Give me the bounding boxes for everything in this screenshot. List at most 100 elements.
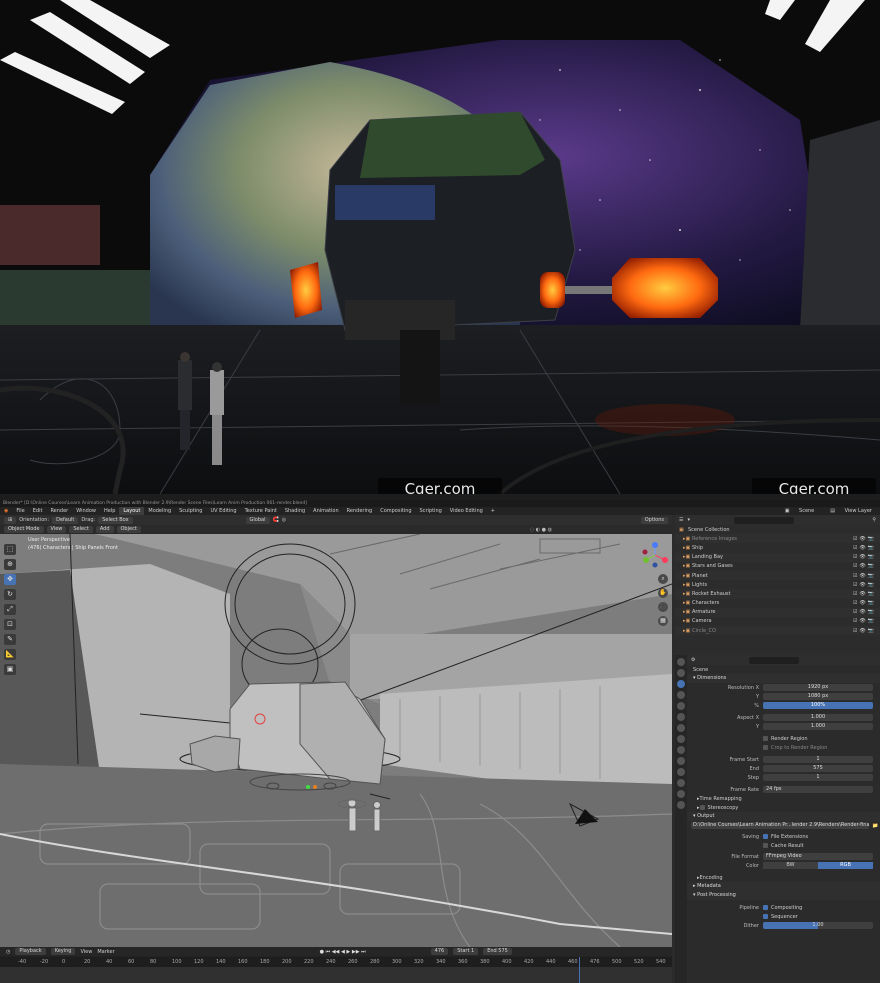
metadata-panel-header[interactable]: ▸ Metadata [687,882,880,891]
resolution-pct-slider[interactable]: 100% [763,702,873,709]
view-menu-timeline[interactable]: View [80,949,92,955]
workspace-tab-rendering[interactable]: Rendering [343,507,377,515]
cache-result-checkbox[interactable] [763,843,768,848]
add-cube-tool-icon[interactable]: ▣ [4,664,16,675]
view-layer-selector[interactable]: ▤ View Layer [822,507,880,515]
particles-tab-icon[interactable] [677,746,685,754]
playback-menu[interactable]: Playback [15,948,46,955]
scale-tool-icon[interactable]: ⤢ [4,604,16,615]
outliner-item[interactable]: ▸▣ Lights ☑👁📷 [675,580,880,589]
outliner-editor-icon[interactable]: ☰ [679,517,683,523]
workspace-tab-animation[interactable]: Animation [309,507,343,515]
camera-view-icon[interactable]: 🎥 [658,602,668,612]
proportional-edit-icon[interactable]: ◎ [282,517,286,523]
visibility-toggle-icon[interactable]: ☑👁📷 [853,554,876,560]
menu-edit[interactable]: Edit [29,507,47,515]
outliner-item[interactable]: ▸▣ Ship ☑👁📷 [675,543,880,552]
world-tab-icon[interactable] [677,713,685,721]
visibility-toggle-icon[interactable]: ☑👁📷 [853,609,876,615]
sequencer-checkbox[interactable] [763,914,768,919]
outliner-item[interactable]: ▸▣ Armature ☑👁📷 [675,607,880,617]
output-panel-header[interactable]: ▾ Output [687,812,880,821]
dither-slider[interactable]: 1.00 [763,922,873,929]
modifier-tab-icon[interactable] [677,735,685,743]
drag-dropdown[interactable]: Select Box [98,516,133,524]
menu-window[interactable]: Window [72,507,100,515]
output-tab-icon[interactable] [677,680,685,688]
workspace-tab-video-editing[interactable]: Video Editing [446,507,487,515]
stereoscopy-subpanel[interactable]: ▸ Stereoscopy [687,803,880,812]
workspace-tab-layout[interactable]: Layout [119,507,145,515]
playback-controls-icon[interactable]: ● ⏮ ◀◀ ◀ ▶ ▶▶ ⏭ [320,949,366,955]
compositing-checkbox[interactable] [763,905,768,910]
render-region-checkbox[interactable] [763,736,768,741]
file-extensions-checkbox[interactable] [763,834,768,839]
outliner-item[interactable]: ▸▣ Reference Images ☑👁📷 [675,534,880,544]
select-menu[interactable]: Select [69,526,93,533]
time-remapping-subpanel[interactable]: ▸ Time Remapping [687,794,880,803]
menu-render[interactable]: Render [46,507,72,515]
properties-editor-icon[interactable]: ⚙ [687,657,695,663]
workspace-tab-uv-editing[interactable]: UV Editing [206,507,240,515]
scene-collection-row[interactable]: ▣ Scene Collection [675,525,880,534]
workspace-tab-sculpting[interactable]: Sculpting [175,507,206,515]
orientation-dropdown[interactable]: Default [52,516,79,524]
file-format-dropdown[interactable]: FFmpeg Video [763,853,873,860]
visibility-toggle-icon[interactable]: ☑👁📷 [853,563,876,569]
properties-search-input[interactable] [749,656,800,664]
visibility-toggle-icon[interactable]: ☑👁📷 [853,600,876,606]
dimensions-panel-header[interactable]: ▾ Dimensions [687,674,880,683]
output-path-field[interactable]: D:\Online Courses\Learn Animation Pr...l… [691,822,869,829]
constraints-tab-icon[interactable] [677,768,685,776]
visibility-toggle-icon[interactable]: ☑👁📷 [853,618,876,624]
keying-menu[interactable]: Keying [50,948,76,955]
snap-icon[interactable]: 🧲 [273,517,279,523]
workspace-tab-compositing[interactable]: Compositing [376,507,415,515]
visibility-toggle-icon[interactable]: ☑👁📷 [853,536,876,542]
scene-selector[interactable]: ▣ Scene [777,507,823,515]
render-tab-icon[interactable] [677,669,685,677]
marker-menu[interactable]: Marker [97,949,114,955]
outliner-item[interactable]: ▸▣ Camera ☑👁📷 [675,617,880,626]
outliner-item[interactable]: ▸▣ Stars and Gases ☑👁📷 [675,562,880,571]
mode-dropdown[interactable]: Object Mode [4,526,44,533]
visibility-toggle-icon[interactable]: ☑👁📷 [853,582,876,588]
menu-help[interactable]: Help [100,507,119,515]
measure-tool-icon[interactable]: 📐 [4,649,16,660]
color-rgb-button[interactable]: RGB [818,862,873,869]
visibility-toggle-icon[interactable]: ☑👁📷 [853,573,876,579]
zoom-icon[interactable]: ⌕ [658,574,668,584]
visibility-toggle-icon[interactable]: ☑👁📷 [853,591,876,597]
tool-tab-icon[interactable] [677,658,685,666]
cursor-tool-icon[interactable]: ⊕ [4,559,16,570]
outliner-display-icon[interactable]: ▾ [687,517,690,523]
material-tab-icon[interactable] [677,790,685,798]
playhead[interactable] [579,957,580,983]
transform-tool-icon[interactable]: ⊡ [4,619,16,630]
end-frame-field[interactable]: End 575 [483,948,512,955]
resolution-y-field[interactable]: 1080 px [763,693,873,700]
shading-mode-icons[interactable]: ◌ ◐ ● ◍ [530,527,552,533]
frame-rate-dropdown[interactable]: 24 fps [763,786,873,793]
stereoscopy-checkbox[interactable] [699,805,705,810]
data-tab-icon[interactable] [677,779,685,787]
crop-checkbox[interactable] [763,745,768,750]
filter-icon[interactable]: ⚲ [872,517,876,523]
rotate-tool-icon[interactable]: ↻ [4,589,16,600]
add-menu[interactable]: Add [95,526,114,533]
view-layer-tab-icon[interactable] [677,691,685,699]
color-bw-button[interactable]: BW [763,862,818,869]
aspect-y-field[interactable]: 1.000 [763,723,873,730]
outliner-item[interactable]: ▸▣ Landing Bay ☑👁📷 [675,552,880,562]
navigation-gizmo-icon[interactable] [642,542,668,568]
frame-start-field[interactable]: 1 [763,756,873,763]
workspace-tab-texture-paint[interactable]: Texture Paint [241,507,281,515]
outliner-search-input[interactable] [734,516,794,524]
timeline-track[interactable] [0,957,672,983]
frame-step-field[interactable]: 1 [763,774,873,781]
transform-orientation-dropdown[interactable]: Global [245,516,270,524]
editor-type-button[interactable]: ⊞ [4,516,17,524]
scene-tab-icon[interactable] [677,702,685,710]
view-menu[interactable]: View [46,526,67,533]
resolution-x-field[interactable]: 1920 px [763,684,873,691]
